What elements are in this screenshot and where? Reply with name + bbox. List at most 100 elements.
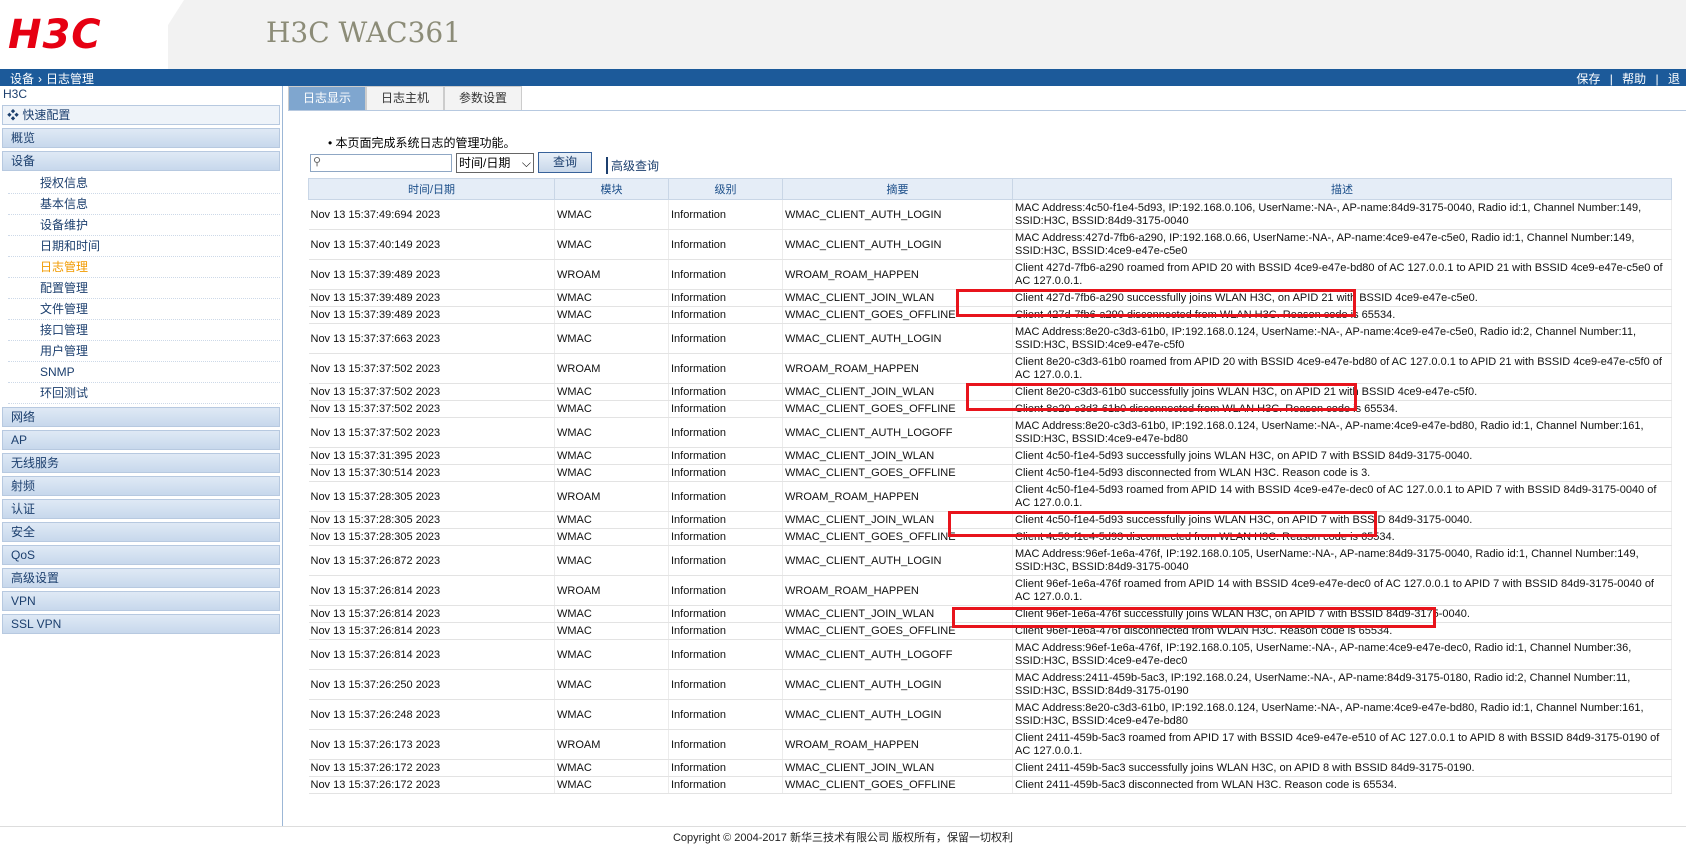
cell-summary: WMAC_CLIENT_AUTH_LOGIN: [782, 669, 1013, 700]
cell-summary: WMAC_CLIENT_GOES_OFFLINE: [782, 776, 1013, 794]
cell-module: WMAC: [554, 511, 669, 529]
cell-module: WMAC: [554, 776, 669, 794]
cell-level: Information: [668, 481, 783, 512]
cell-description: MAC Address:8e20-c3d3-61b0, IP:192.168.0…: [1012, 699, 1672, 730]
cell-time: Nov 13 15:37:26:814 2023: [308, 622, 555, 640]
col-header-time[interactable]: 时间/日期: [308, 178, 555, 200]
cell-module: WROAM: [554, 575, 669, 606]
sidebar-cat-vpn[interactable]: VPN: [2, 591, 280, 611]
query-button[interactable]: 查询: [538, 152, 592, 173]
cell-summary: WMAC_CLIENT_AUTH_LOGIN: [782, 323, 1013, 354]
sidebar-cat-radio[interactable]: 射频: [2, 476, 280, 496]
sidebar-item-datetime[interactable]: 日期和时间: [8, 236, 280, 257]
help-link[interactable]: 帮助: [1622, 72, 1646, 86]
col-header-module[interactable]: 模块: [554, 178, 669, 200]
top-bar: 设备 › 日志管理 保存 | 帮助 | 退: [0, 69, 1686, 86]
search-icon: ⚲: [313, 156, 322, 168]
sidebar-cat-device[interactable]: 设备: [2, 151, 280, 171]
cell-time: Nov 13 15:37:37:663 2023: [308, 323, 555, 354]
sidebar-cat-qos[interactable]: QoS: [2, 545, 280, 565]
table-row[interactable]: Nov 13 15:37:26:814 2023 WROAM Information…: [308, 575, 1672, 606]
sidebar-item-loopback-test[interactable]: 环回测试: [8, 383, 280, 404]
table-row[interactable]: Nov 13 15:37:49:694 2023 WMAC Information W…: [308, 199, 1672, 230]
cell-module: WMAC: [554, 383, 669, 401]
cell-summary: WMAC_CLIENT_JOIN_WLAN: [782, 759, 1013, 777]
cell-level: Information: [668, 229, 783, 260]
sidebar-quick-config[interactable]: ❖ 快速配置: [2, 105, 280, 125]
sidebar-item-license[interactable]: 授权信息: [8, 173, 280, 194]
cell-summary: WROAM_ROAM_HAPPEN: [782, 481, 1013, 512]
footer-copyright: Copyright © 2004-2017 新华三技术有限公司 版权所有，保留一…: [0, 826, 1686, 853]
cell-description: Client 2411-459b-5ac3 roamed from APID 1…: [1012, 729, 1672, 760]
col-header-description[interactable]: 描述: [1012, 178, 1672, 200]
search-input[interactable]: ⚲: [310, 154, 452, 172]
table-row[interactable]: Nov 13 15:37:37:502 2023 WROAM Information…: [308, 353, 1672, 384]
table-row[interactable]: Nov 13 15:37:26:172 2023 WMAC Information W…: [308, 759, 1672, 777]
search-field-select[interactable]: 时间/日期 ⌵: [456, 153, 534, 173]
table-row[interactable]: Nov 13 15:37:26:173 2023 WROAM Information…: [308, 729, 1672, 760]
cell-module: WMAC: [554, 323, 669, 354]
sidebar-cat-auth[interactable]: 认证: [2, 499, 280, 519]
tab-parameters[interactable]: 参数设置: [444, 86, 522, 110]
table-row[interactable]: Nov 13 15:37:26:172 2023 WMAC Information W…: [308, 776, 1672, 794]
cell-module: WMAC: [554, 464, 669, 482]
cell-level: Information: [668, 669, 783, 700]
cell-module: WMAC: [554, 699, 669, 730]
sidebar-root[interactable]: H3C: [0, 86, 282, 103]
sidebar-cat-advanced[interactable]: 高级设置: [2, 568, 280, 588]
breadcrumb-home[interactable]: 设备: [10, 72, 34, 86]
cell-level: Information: [668, 759, 783, 777]
sidebar-item-log-management[interactable]: 日志管理: [8, 257, 280, 278]
cell-level: Information: [668, 289, 783, 307]
sidebar-item-config-management[interactable]: 配置管理: [8, 278, 280, 299]
tab-log-host[interactable]: 日志主机: [366, 86, 444, 110]
cell-time: Nov 13 15:37:28:305 2023: [308, 511, 555, 529]
sidebar-cat-ssl-vpn[interactable]: SSL VPN: [2, 614, 280, 634]
col-header-level[interactable]: 级别: [668, 178, 783, 200]
sidebar-cat-security[interactable]: 安全: [2, 522, 280, 542]
sidebar-cat-ap[interactable]: AP: [2, 430, 280, 450]
cell-module: WMAC: [554, 447, 669, 465]
breadcrumb-current: 日志管理: [46, 72, 95, 86]
table-row[interactable]: Nov 13 15:37:37:502 2023 WMAC Information W…: [308, 417, 1672, 448]
table-row[interactable]: Nov 13 15:37:26:248 2023 WMAC Information W…: [308, 699, 1672, 730]
cell-summary: WMAC_CLIENT_AUTH_LOGOFF: [782, 417, 1013, 448]
col-header-summary[interactable]: 摘要: [782, 178, 1013, 200]
tab-log-display[interactable]: 日志显示: [288, 86, 366, 110]
cell-module: WMAC: [554, 605, 669, 623]
sidebar-item-user-management[interactable]: 用户管理: [8, 341, 280, 362]
advanced-query-link[interactable]: 高级查询: [606, 157, 659, 174]
table-row[interactable]: Nov 13 15:37:39:489 2023 WROAM Information…: [308, 259, 1672, 290]
table-row[interactable]: Nov 13 15:37:26:250 2023 WMAC Information W…: [308, 669, 1672, 700]
cell-time: Nov 13 15:37:26:872 2023: [308, 545, 555, 576]
cell-level: Information: [668, 383, 783, 401]
sidebar-item-interface-management[interactable]: 接口管理: [8, 320, 280, 341]
table-row[interactable]: Nov 13 15:37:28:305 2023 WROAM Information…: [308, 481, 1672, 512]
highlight-box: [956, 289, 1356, 317]
table-row[interactable]: Nov 13 15:37:26:814 2023 WMAC Information W…: [308, 639, 1672, 670]
cell-description: MAC Address:427d-7fb6-a290, IP:192.168.0…: [1012, 229, 1672, 260]
sidebar-item-maintenance[interactable]: 设备维护: [8, 215, 280, 236]
cell-module: WMAC: [554, 306, 669, 324]
cell-summary: WROAM_ROAM_HAPPEN: [782, 259, 1013, 290]
sidebar-cat-wireless-service[interactable]: 无线服务: [2, 453, 280, 473]
logout-link[interactable]: 退: [1668, 72, 1680, 86]
log-table-wrapper: 时间/日期 模块 级别 摘要 描述 Nov 13 15:37:49:694 20…: [308, 178, 1672, 794]
table-row[interactable]: Nov 13 15:37:37:663 2023 WMAC Information W…: [308, 323, 1672, 354]
cell-summary: WMAC_CLIENT_JOIN_WLAN: [782, 447, 1013, 465]
table-row[interactable]: Nov 13 15:37:30:514 2023 WMAC Information W…: [308, 464, 1672, 482]
sidebar-item-snmp[interactable]: SNMP: [8, 362, 280, 383]
sidebar-cat-network[interactable]: 网络: [2, 407, 280, 427]
header: H3C H3C WAC361: [0, 0, 1686, 69]
sidebar-item-file-management[interactable]: 文件管理: [8, 299, 280, 320]
sidebar-cat-overview[interactable]: 概览: [2, 128, 280, 148]
breadcrumb: 设备 › 日志管理: [10, 70, 98, 87]
cell-summary: WMAC_CLIENT_AUTH_LOGIN: [782, 229, 1013, 260]
table-row[interactable]: Nov 13 15:37:31:395 2023 WMAC Information W…: [308, 447, 1672, 465]
cell-time: Nov 13 15:37:26:172 2023: [308, 776, 555, 794]
sidebar-item-basic-info[interactable]: 基本信息: [8, 194, 280, 215]
table-row[interactable]: Nov 13 15:37:26:872 2023 WMAC Information W…: [308, 545, 1672, 576]
cell-time: Nov 13 15:37:31:395 2023: [308, 447, 555, 465]
save-link[interactable]: 保存: [1576, 72, 1600, 86]
table-row[interactable]: Nov 13 15:37:40:149 2023 WMAC Information W…: [308, 229, 1672, 260]
